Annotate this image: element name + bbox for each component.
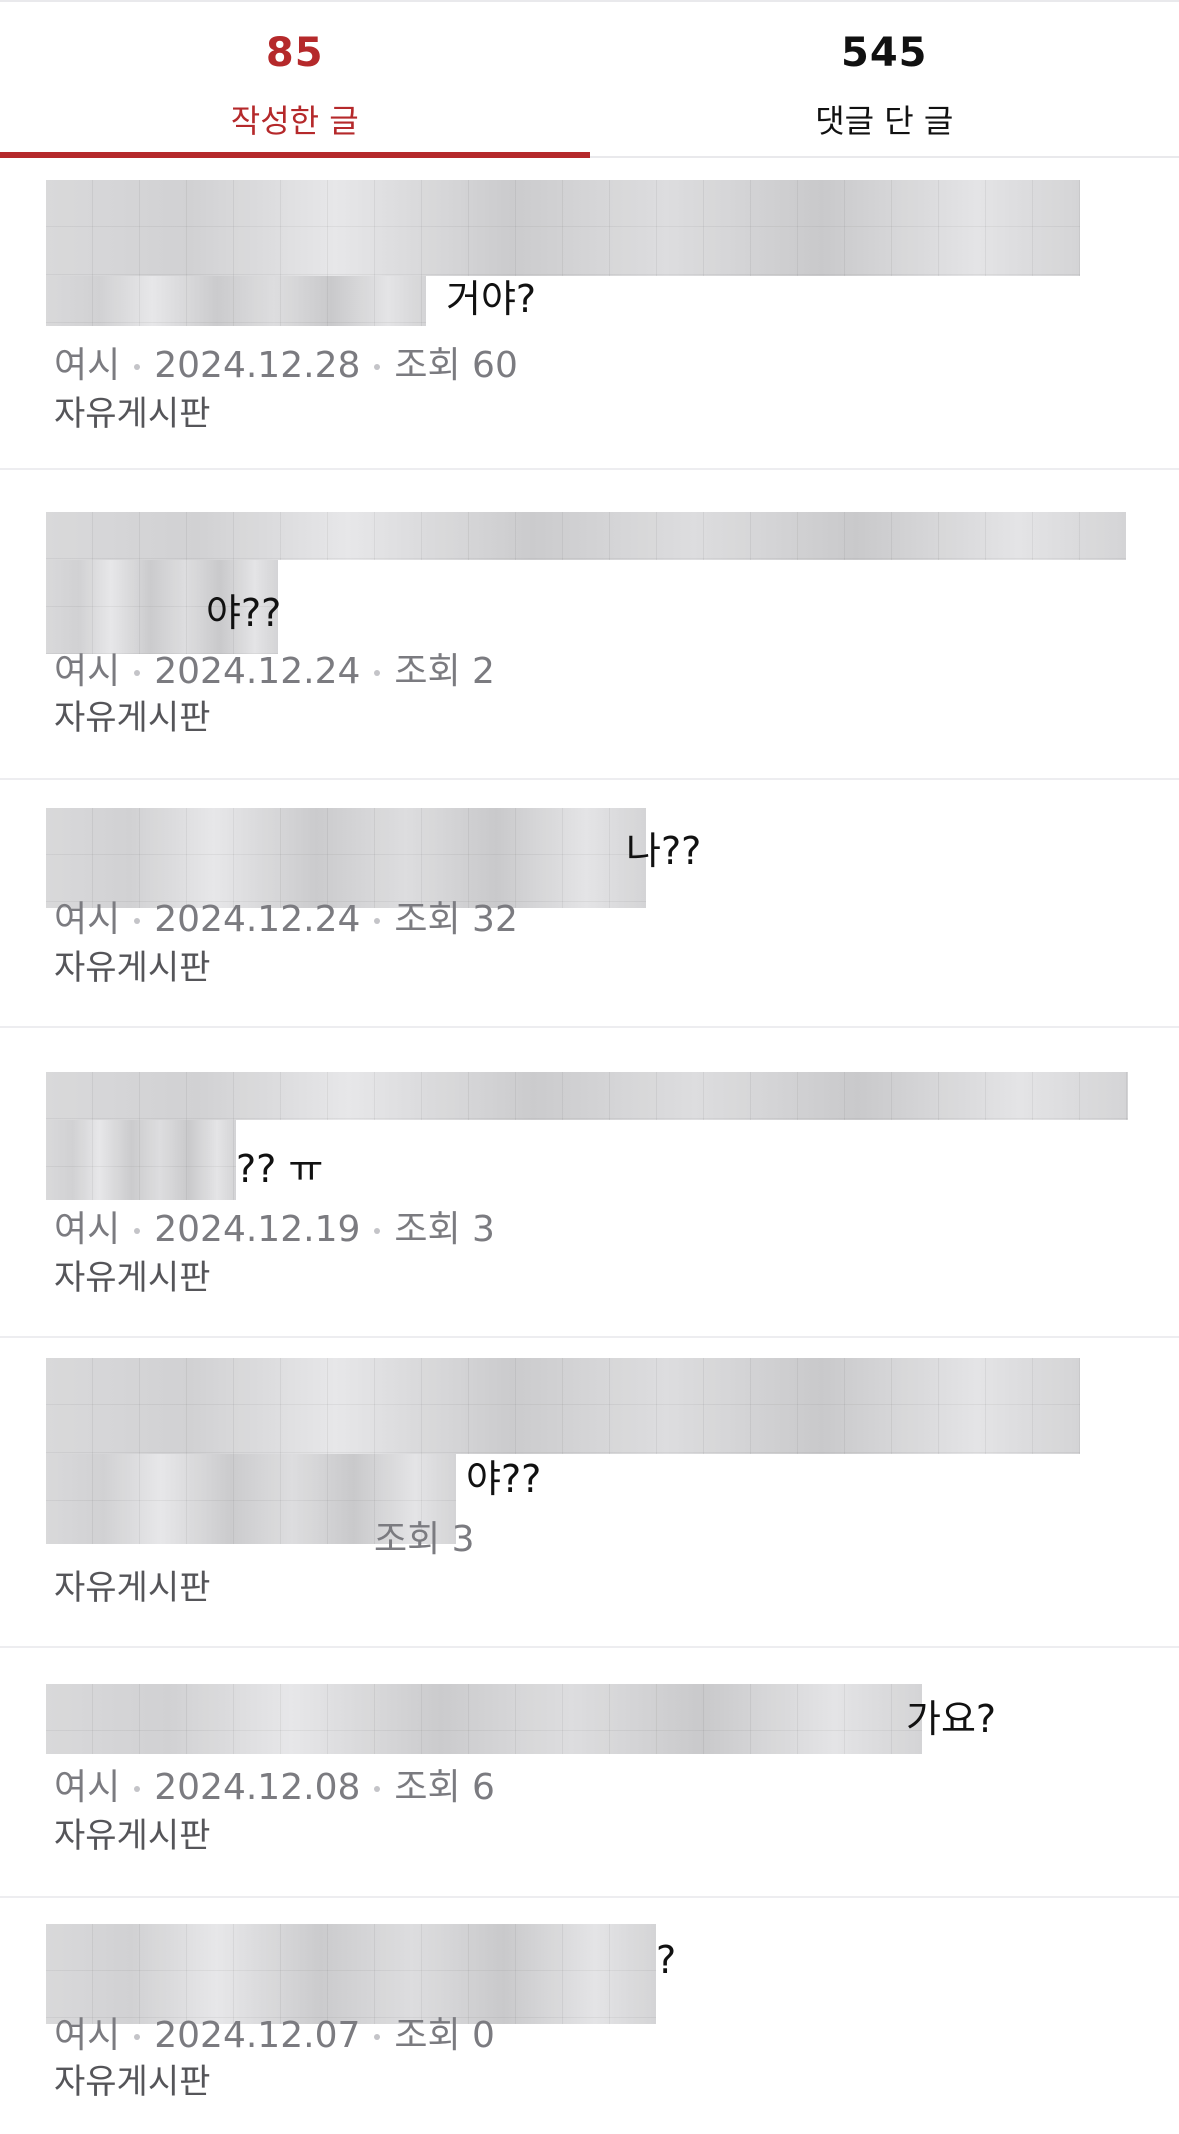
tab-bar: 85 작성한 글 545 댓글 단 글 — [0, 0, 1179, 158]
post-meta: 여시 2024.12.07 조회 0 — [54, 2006, 495, 2058]
post-views: 조회 3 — [374, 1519, 475, 1560]
commented-posts-count: 545 — [841, 30, 928, 76]
post-board: 자유게시판 — [54, 2062, 211, 2102]
post-board: 자유게시판 — [54, 1258, 211, 1298]
post-title: 나?? — [626, 829, 702, 873]
post-author: 여시 — [54, 651, 121, 692]
list-item[interactable]: 거야? 여시 2024.12.28 조회 60 자유게시판 — [0, 158, 1179, 470]
post-list: 거야? 여시 2024.12.28 조회 60 자유게시판 야?? 여시 2024.1… — [0, 158, 1179, 2128]
tab-commented-posts[interactable]: 545 댓글 단 글 — [590, 2, 1179, 156]
redacted-title-blur — [46, 180, 1080, 228]
list-item[interactable]: 야?? 여시 2024.12.24 조회 2 자유게시판 — [0, 470, 1179, 780]
list-item[interactable]: ?? ㅠ 여시 2024.12.19 조회 3 자유게시판 — [0, 1028, 1179, 1338]
post-title: 가요? — [906, 1697, 997, 1741]
post-meta: 여시 2024.12.24 조회 32 — [54, 890, 518, 942]
list-item[interactable]: 나?? 여시 2024.12.24 조회 32 자유게시판 — [0, 780, 1179, 1028]
post-meta: 조회 3 — [54, 1510, 475, 1562]
redacted-title-blur — [46, 1358, 1080, 1406]
post-author: 여시 — [54, 899, 121, 940]
post-date: 2024.12.28 — [154, 345, 361, 386]
post-author: 여시 — [54, 2015, 121, 2056]
tab-written-posts[interactable]: 85 작성한 글 — [0, 2, 590, 158]
post-views: 조회 6 — [394, 1767, 495, 1808]
post-views: 조회 3 — [394, 1209, 495, 1250]
post-meta: 여시 2024.12.28 조회 60 — [54, 336, 518, 388]
post-date: 2024.12.24 — [154, 899, 361, 940]
post-date: 2024.12.08 — [154, 1767, 361, 1808]
post-date: 2024.12.19 — [154, 1209, 361, 1250]
post-board: 자유게시판 — [54, 948, 211, 988]
post-author: 여시 — [54, 1209, 121, 1250]
post-board: 자유게시판 — [54, 1816, 211, 1856]
redacted-title-blur — [46, 1072, 1128, 1120]
redacted-title-blur — [46, 1406, 1080, 1454]
post-title: 거야? — [446, 277, 537, 321]
post-title: 야?? — [206, 591, 282, 635]
written-posts-label: 작성한 글 — [230, 102, 359, 140]
list-item[interactable]: ? 여시 2024.12.07 조회 0 자유게시판 — [0, 1898, 1179, 2128]
post-board: 자유게시판 — [54, 1568, 211, 1608]
post-views: 조회 32 — [394, 899, 518, 940]
written-posts-count: 85 — [265, 30, 324, 76]
post-date: 2024.12.07 — [154, 2015, 361, 2056]
post-board: 자유게시판 — [54, 698, 211, 738]
list-item[interactable]: 야?? 조회 3 자유게시판 — [0, 1338, 1179, 1648]
post-author: 여시 — [54, 1767, 121, 1808]
commented-posts-label: 댓글 단 글 — [815, 102, 954, 140]
post-views: 조회 2 — [394, 651, 495, 692]
post-title: ?? ㅠ — [236, 1147, 324, 1191]
post-author: 여시 — [54, 345, 121, 386]
post-meta: 여시 2024.12.19 조회 3 — [54, 1200, 495, 1252]
post-views: 조회 0 — [394, 2015, 495, 2056]
list-item[interactable]: 가요? 여시 2024.12.08 조회 6 자유게시판 — [0, 1648, 1179, 1898]
redacted-title-blur — [46, 512, 1126, 560]
post-meta: 여시 2024.12.08 조회 6 — [54, 1758, 495, 1810]
post-views: 조회 60 — [394, 345, 518, 386]
post-date: 2024.12.24 — [154, 651, 361, 692]
post-board: 자유게시판 — [54, 394, 211, 434]
post-meta: 여시 2024.12.24 조회 2 — [54, 642, 495, 694]
post-title: 야?? — [466, 1457, 542, 1501]
post-title: ? — [656, 1938, 677, 1982]
